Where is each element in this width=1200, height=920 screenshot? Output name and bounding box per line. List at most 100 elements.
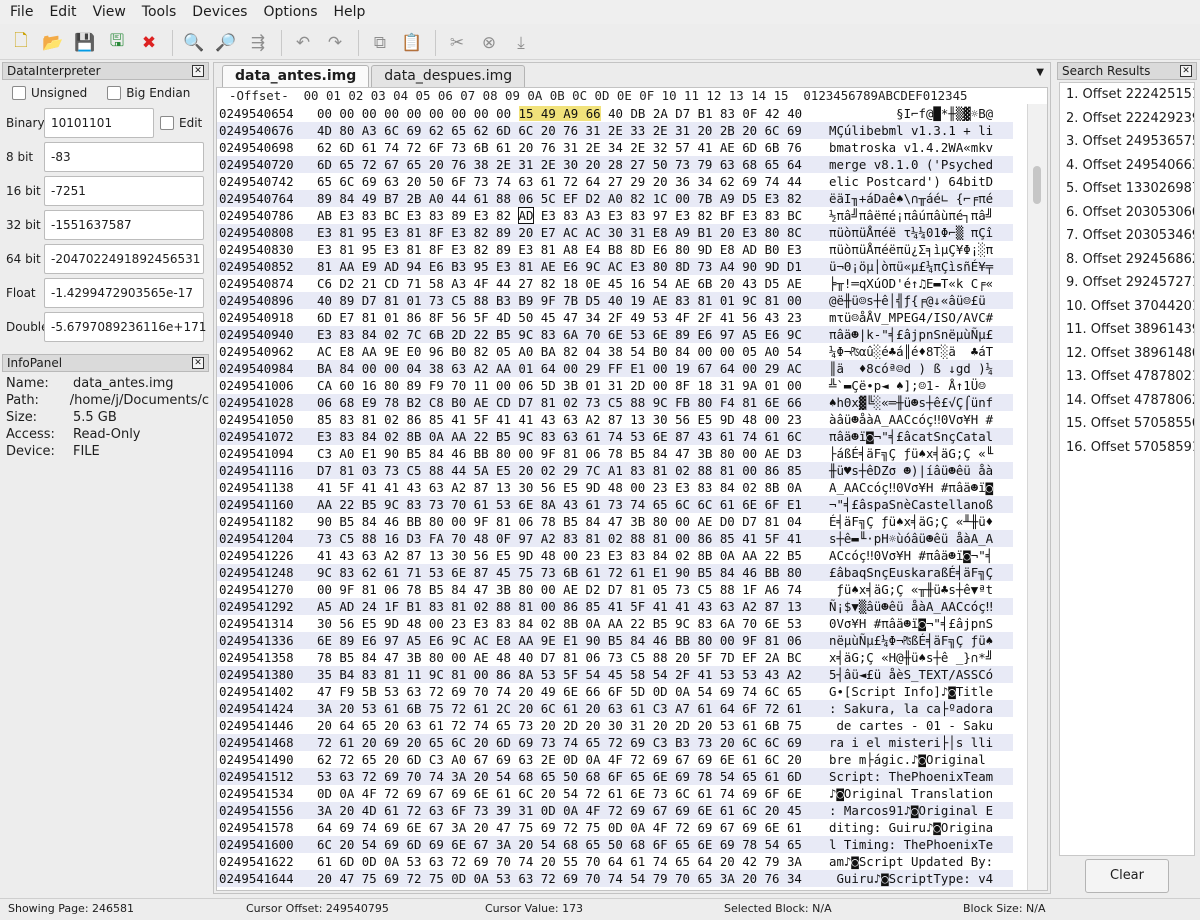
row-ascii[interactable]: ƒü♠x╡äG;Ç «╥╫ü♣s┼ê▼ªt [829, 581, 993, 598]
row-hex-bytes[interactable]: 0D 0A 4F 72 69 67 69 6E 61 6C 20 54 72 6… [317, 785, 802, 802]
row-ascii[interactable]: diting: Guiru♪◙Origina [829, 819, 993, 836]
hex-row[interactable]: 0249540918 6D E7 81 01 86 8F 56 5F 4D 50 … [217, 309, 1013, 326]
hex-row[interactable]: 0249541424 3A 20 53 61 6B 75 72 61 2C 20 … [217, 700, 1013, 717]
menu-edit[interactable]: Edit [41, 0, 84, 24]
hex-row[interactable]: 0249540720 6D 65 72 67 65 20 76 38 2E 31 … [217, 156, 1013, 173]
row-ascii[interactable]: Guiru♪◙ScriptType: v4 [829, 870, 993, 887]
hex-row[interactable]: 0249541534 0D 0A 4F 72 69 67 69 6E 61 6C … [217, 785, 1013, 802]
row-hex-bytes[interactable]: 35 B4 83 81 11 9C 81 00 86 8A 53 5F 54 4… [317, 666, 802, 683]
row-hex-bytes[interactable]: 78 B5 84 47 3B 80 00 AE 48 40 D7 81 06 7… [317, 649, 802, 666]
hex-row[interactable]: 0249541072 E3 83 84 02 8B 0A AA 22 B5 9C … [217, 428, 1013, 445]
hex-row[interactable]: 0249540654 00 00 00 00 00 00 00 00 00 15 … [217, 105, 1013, 122]
row-ascii[interactable]: ëäI╖+áDaê♠\∩╥áé∟ {⌐╒πé [829, 190, 993, 207]
row-ascii[interactable]: ♠hΘx▓╚░«═╫ü☻s┼ê£√Ç⌠ünf [829, 394, 993, 411]
row-ascii[interactable]: de cartes - 01 - Saku [829, 717, 993, 734]
float-field[interactable]: -1.4299472903565e-17 [44, 278, 204, 308]
bit16-field[interactable]: -7251 [44, 176, 204, 206]
row-ascii[interactable]: §I⌐f@█*╫▒▓☼B@ [829, 105, 993, 122]
row-hex-bytes[interactable]: AB E3 83 BC E3 83 89 E3 82 AD E3 83 A3 E… [317, 207, 802, 224]
row-ascii[interactable]: ACcóç‼0Vσ¥H #πâä☻ï◙¬"╡ [829, 547, 993, 564]
hex-row[interactable]: 0249541050 85 83 81 02 86 85 41 5F 41 41 … [217, 411, 1013, 428]
hex-row[interactable]: 0249541578 64 69 74 69 6E 67 3A 20 47 75 … [217, 819, 1013, 836]
close-file-icon[interactable]: ✖ [134, 28, 164, 58]
row-ascii[interactable]: merge v8.1.0 ('Psyched [829, 156, 993, 173]
hex-row[interactable]: 0249541314 30 56 E5 9D 48 00 23 E3 83 84 … [217, 615, 1013, 632]
row-ascii[interactable]: πüòπüÅπéë τ¼¼01Φ⌐▒ πÇî [829, 224, 993, 241]
row-hex-bytes[interactable]: 30 56 E5 9D 48 00 23 E3 83 84 02 8B 0A A… [317, 615, 802, 632]
row-ascii[interactable]: G∙[Script Info]♪◙Title [829, 683, 993, 700]
row-ascii[interactable]: am♪◙Script Updated By: [829, 853, 993, 870]
row-ascii[interactable]: elic Postcard') 64bitD [829, 173, 993, 190]
copy-icon[interactable]: ⧉ [365, 28, 395, 58]
binary-field[interactable]: 10101101 [44, 108, 154, 138]
row-hex-bytes[interactable]: 40 89 D7 81 01 73 C5 88 B3 B9 9F 7B D5 4… [317, 292, 802, 309]
row-ascii[interactable]: 5┤âü◄£ü åèS_TEXT/ASSCó [829, 666, 993, 683]
row-ascii[interactable]: ¼Φ¬₧αû░é♣á║é♦8T░ä ♣áT [829, 343, 993, 360]
bit32-field[interactable]: -1551637587 [44, 210, 204, 240]
hex-row[interactable]: 0249540830 E3 81 95 E3 81 8F E3 82 89 E3 … [217, 241, 1013, 258]
delete-icon[interactable]: ⊗ [474, 28, 504, 58]
row-ascii[interactable]: πüòπüÅπéëπü¿Σ╕ìµÇ¥Φ¡░π [829, 241, 993, 258]
hex-row[interactable]: 0249540786 AB E3 83 BC E3 83 89 E3 82 AD … [217, 207, 1013, 224]
row-hex-bytes[interactable]: 85 83 81 02 86 85 41 5F 41 41 43 63 A2 8… [317, 411, 802, 428]
hex-row[interactable]: 0249541248 9C 83 62 61 71 53 6E 87 45 75 … [217, 564, 1013, 581]
search-result-item[interactable]: 1. Offset 222425151 [1060, 83, 1194, 107]
row-ascii[interactable]: Script: ThePhoenixTeam [829, 768, 993, 785]
row-hex-bytes[interactable]: 00 00 00 00 00 00 00 00 00 15 49 A9 66 4… [317, 105, 802, 122]
hex-row[interactable]: 0249540962 AC E8 AA 9E E0 96 B0 82 05 A0 … [217, 343, 1013, 360]
hex-row[interactable]: 0249541402 47 F9 5B 53 63 72 69 70 74 20 … [217, 683, 1013, 700]
save-icon[interactable]: 💾 [70, 28, 100, 58]
row-hex-bytes[interactable]: 3A 20 53 61 6B 75 72 61 2C 20 6C 61 20 6… [317, 700, 802, 717]
row-hex-bytes[interactable]: 6D 65 72 67 65 20 76 38 2E 31 2E 30 20 2… [317, 156, 802, 173]
menu-view[interactable]: View [85, 0, 134, 24]
search-result-item[interactable]: 10. Offset 370442012 [1060, 295, 1194, 319]
row-ascii[interactable]: ¬"╡£âspaSnèCastellanoß [829, 496, 993, 513]
hex-row[interactable]: 0249541160 AA 22 B5 9C 83 73 70 61 53 6E … [217, 496, 1013, 513]
tab-list-icon[interactable]: ▼ [1036, 67, 1044, 78]
hex-row[interactable]: 0249541270 00 9F 81 06 78 B5 84 47 3B 80 … [217, 581, 1013, 598]
hex-row[interactable]: 0249541116 D7 81 03 73 C5 88 44 5A E5 20 … [217, 462, 1013, 479]
hex-row[interactable]: 0249541204 73 C5 88 16 D3 FA 70 48 0F 97 … [217, 530, 1013, 547]
new-file-icon[interactable]: 🗋 [6, 28, 36, 58]
search-icon[interactable]: 🔍 [179, 28, 209, 58]
row-hex-bytes[interactable]: C6 D2 21 CD 71 58 A3 4F 44 27 82 18 0E 4… [317, 275, 802, 292]
double-field[interactable]: -5.6797089236116e+171 [44, 312, 206, 342]
row-hex-bytes[interactable]: 89 84 49 B7 2B A0 44 61 88 06 5C EF D2 A… [317, 190, 802, 207]
search-result-item[interactable]: 4. Offset 249540663 [1060, 154, 1194, 178]
row-hex-bytes[interactable]: 73 C5 88 16 D3 FA 70 48 0F 97 A2 83 81 0… [317, 530, 802, 547]
hex-row[interactable]: 0249541226 41 43 63 A2 87 13 30 56 E5 9D … [217, 547, 1013, 564]
hex-row[interactable]: 0249540676 4D 80 A3 6C 69 62 65 62 6D 6C … [217, 122, 1013, 139]
save-as-icon[interactable]: 🖫 [102, 28, 132, 58]
hex-row[interactable]: 0249541182 90 B5 84 46 BB 80 00 9F 81 06 … [217, 513, 1013, 530]
hex-row[interactable]: 0249541380 35 B4 83 81 11 9C 81 00 86 8A … [217, 666, 1013, 683]
search-result-item[interactable]: 3. Offset 249536575 [1060, 130, 1194, 154]
row-hex-bytes[interactable]: 6D E7 81 01 86 8F 56 5F 4D 50 45 47 34 2… [317, 309, 802, 326]
goto-icon[interactable]: ⇶ [243, 28, 273, 58]
row-hex-bytes[interactable]: 65 6C 69 63 20 50 6F 73 74 63 61 72 64 2… [317, 173, 802, 190]
close-icon[interactable]: ✕ [1180, 65, 1192, 77]
search-result-item[interactable]: 9. Offset 292457271 [1060, 271, 1194, 295]
row-ascii[interactable]: : Sakura, la ca├ºadora [829, 700, 993, 717]
row-hex-bytes[interactable]: AC E8 AA 9E E0 96 B0 82 05 A0 BA 82 04 3… [317, 343, 802, 360]
bit64-field[interactable]: -2047022491892456531 [44, 244, 204, 274]
row-hex-bytes[interactable]: E3 83 84 02 7C 6B 2D 22 B5 9C 83 6A 70 6… [317, 326, 802, 343]
row-hex-bytes[interactable]: 20 47 75 69 72 75 0D 0A 53 63 72 69 70 7… [317, 870, 802, 887]
hex-row[interactable]: 0249540764 89 84 49 B7 2B A0 44 61 88 06 … [217, 190, 1013, 207]
hex-row[interactable]: 0249541358 78 B5 84 47 3B 80 00 AE 48 40 … [217, 649, 1013, 666]
big-endian-checkbox[interactable]: Big Endian [107, 86, 190, 100]
hex-row[interactable]: 0249541006 CA 60 16 80 89 F9 70 11 00 06 … [217, 377, 1013, 394]
menu-devices[interactable]: Devices [184, 0, 255, 24]
bit8-field[interactable]: -83 [44, 142, 204, 172]
row-ascii[interactable]: ½πâ╝πâëπé¡πâúπâùπé┐πâ╝ [829, 207, 993, 224]
row-ascii[interactable]: 0Vσ¥H #πâä☻ï◙¬"╡£âjpnS [829, 615, 993, 632]
row-hex-bytes[interactable]: 72 61 20 69 20 65 6C 20 6D 69 73 74 65 7… [317, 734, 802, 751]
search-result-item[interactable]: 13. Offset 478780212 [1060, 365, 1194, 389]
row-ascii[interactable]: A_AACcóç‼0Vσ¥H #πâä☻ï◙ [829, 479, 993, 496]
row-ascii[interactable]: ├áßÉ╡äF╗Ç ƒü♠x╡äG;Ç «╙ [829, 445, 993, 462]
search-result-item[interactable]: 7. Offset 203053469 [1060, 224, 1194, 248]
row-hex-bytes[interactable]: E3 81 95 E3 81 8F E3 82 89 20 E7 AC AC 3… [317, 224, 802, 241]
row-ascii[interactable]: ║ä ♦8cóª☺d ) ß ↓gd )¼ [829, 360, 993, 377]
row-ascii[interactable]: ra i el misteri├│s lli [829, 734, 993, 751]
hex-row[interactable]: 0249541138 41 5F 41 41 43 63 A2 87 13 30 … [217, 479, 1013, 496]
hex-row[interactable]: 0249540698 62 6D 61 74 72 6F 73 6B 61 20 … [217, 139, 1013, 156]
